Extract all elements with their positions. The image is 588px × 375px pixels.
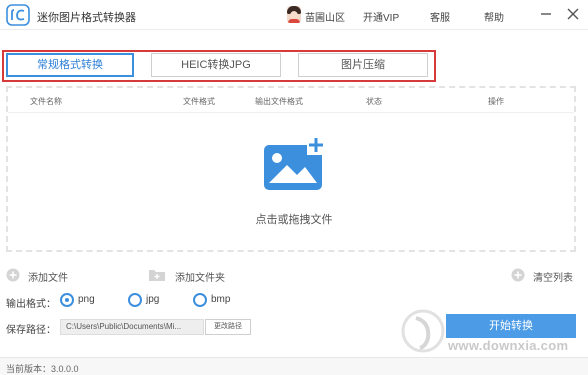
radio-png[interactable]: png: [60, 293, 104, 307]
add-file-label: 添加文件: [28, 273, 68, 284]
plus-circle-icon: [6, 268, 20, 282]
column-header-output-format: 输出文件格式: [255, 97, 303, 106]
radio-bmp-label: bmp: [211, 294, 231, 305]
column-header-status: 状态: [366, 97, 382, 106]
app-title: 迷你图片格式转换器: [37, 12, 136, 24]
column-header-file-format: 文件格式: [183, 97, 215, 106]
watermark-logo-icon: [401, 309, 445, 353]
add-image-icon[interactable]: [263, 137, 325, 191]
radio-jpg-label: jpg: [146, 294, 160, 305]
radio-selected-indicator: [60, 293, 74, 307]
plus-circle-icon: [511, 268, 525, 282]
clear-list-label: 清空列表: [533, 273, 573, 284]
help-link[interactable]: 帮助: [484, 9, 504, 24]
radio-indicator: [193, 293, 207, 307]
folder-plus-icon: [149, 270, 165, 281]
column-header-actions: 操作: [488, 97, 504, 106]
radio-jpg[interactable]: jpg: [128, 293, 168, 307]
minimize-icon[interactable]: [538, 6, 554, 22]
vip-link[interactable]: 开通VIP: [363, 9, 399, 24]
start-conversion-button[interactable]: 开始转换: [446, 314, 576, 338]
save-path-label: 保存路径：: [6, 325, 56, 336]
tab-heic-to-jpg[interactable]: HEIC转换JPG: [151, 53, 281, 77]
support-link[interactable]: 客服: [430, 9, 450, 24]
close-icon[interactable]: [565, 6, 581, 22]
tab-general-conversion[interactable]: 常规格式转换: [6, 53, 134, 77]
title-bar: 迷你图片格式转换器 苗圃山区 开通VIP 客服 帮助: [0, 0, 588, 30]
status-bar: 当前版本：3.0.0.0: [0, 357, 588, 375]
tab-image-compression[interactable]: 图片压缩: [298, 53, 428, 77]
change-path-button[interactable]: 更改路径: [205, 319, 251, 335]
radio-png-label: png: [78, 294, 95, 305]
add-folder-button[interactable]: 添加文件夹: [148, 268, 238, 284]
header-divider: [8, 112, 574, 113]
drop-hint-text[interactable]: 点击或拖拽文件: [0, 211, 588, 227]
radio-bmp[interactable]: bmp: [193, 293, 237, 307]
column-header-file-name: 文件名称: [30, 97, 62, 106]
radio-indicator: [128, 293, 142, 307]
app-logo-icon: [6, 4, 30, 26]
version-text: 当前版本：3.0.0.0: [6, 364, 79, 374]
add-file-button[interactable]: 添加文件: [6, 268, 76, 284]
username[interactable]: 苗圃山区: [305, 9, 345, 24]
clear-list-button[interactable]: 清空列表: [511, 268, 581, 284]
add-folder-label: 添加文件夹: [175, 273, 225, 284]
watermark-text: www.downxia.com: [448, 338, 569, 353]
output-format-label: 输出格式：: [6, 299, 56, 310]
avatar[interactable]: [287, 6, 301, 23]
save-path-field[interactable]: C:\Users\Public\Documents\Mi...: [60, 319, 204, 335]
